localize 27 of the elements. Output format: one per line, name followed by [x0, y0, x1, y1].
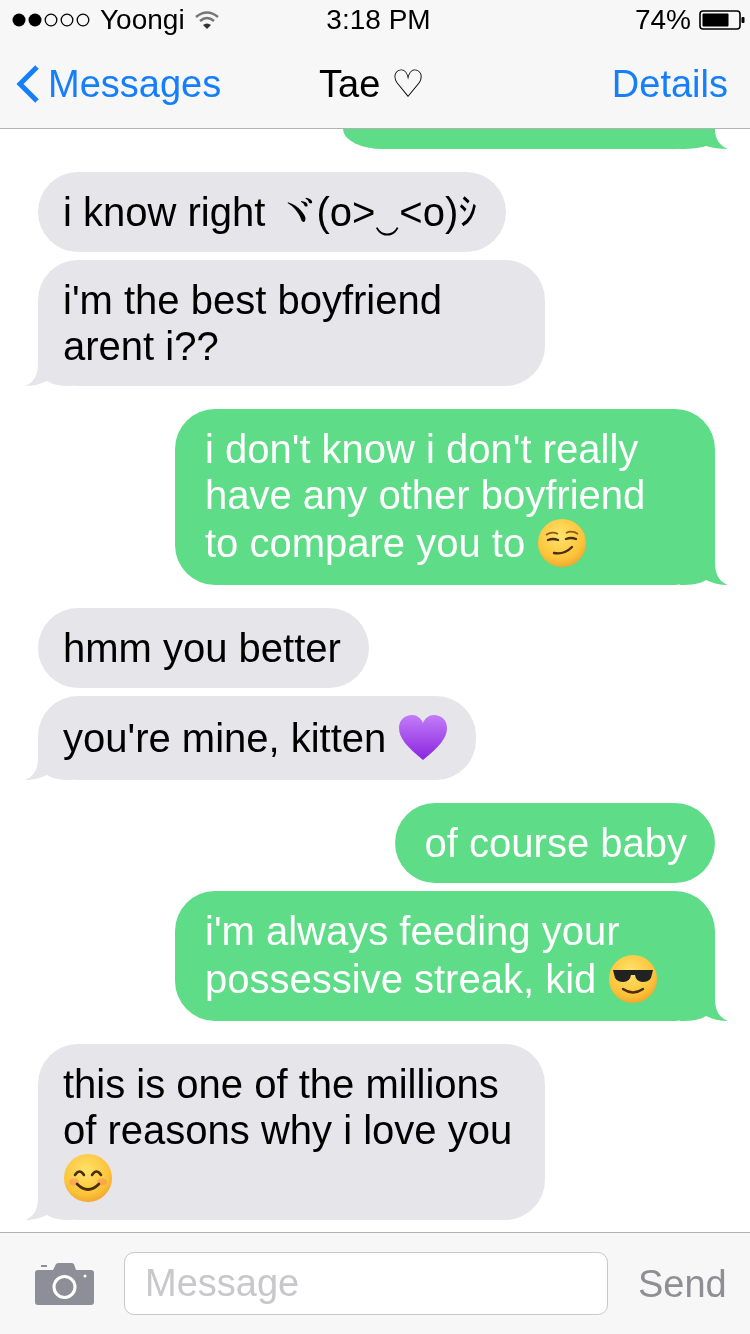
message-text: to compare you to — [205, 520, 526, 566]
message-input[interactable]: Message — [124, 1252, 608, 1315]
conversation-title: Tae ♡ — [319, 62, 425, 106]
message-text: possessive streak, kid — [205, 956, 597, 1002]
battery-percentage: 74% — [634, 4, 691, 36]
carrier-name: Yoongi — [100, 4, 185, 36]
smirking-face-icon — [537, 518, 588, 568]
message-text: you're mine, kitten — [63, 715, 387, 761]
camera-button[interactable] — [35, 1262, 94, 1305]
wifi-icon — [194, 11, 219, 29]
message-text: i'm always feeding your — [205, 908, 621, 954]
back-button[interactable]: Messages — [16, 62, 222, 106]
sunglasses-face-icon — [608, 954, 659, 1004]
chevron-left-icon — [16, 65, 40, 103]
message-text: i know right ヾ(o˃‿˂o)ｼ — [63, 189, 479, 235]
signal-strength-icon — [12, 13, 90, 27]
details-button[interactable]: Details — [611, 62, 728, 106]
message-text: hmm you better — [63, 625, 341, 671]
status-time: 3:18 PM — [326, 4, 431, 36]
message-text: of course baby — [424, 820, 687, 866]
message-text: of reasons why i love you — [63, 1107, 513, 1153]
battery-icon — [699, 10, 745, 30]
heart-icon — [398, 713, 449, 763]
smiling-face-icon — [63, 1153, 113, 1203]
message-text: i'm the best boyfriend arent i?? — [63, 277, 443, 369]
camera-icon — [35, 1262, 94, 1305]
message-text: this is one of the millions — [63, 1061, 500, 1107]
